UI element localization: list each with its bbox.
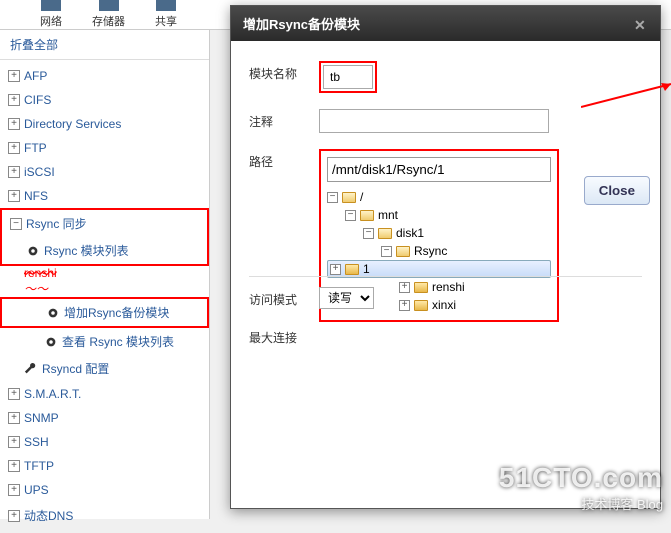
expand-icon[interactable]: +	[8, 142, 20, 154]
expand-icon[interactable]: +	[8, 510, 20, 522]
tree-view-rsync-list[interactable]: 查看 Rsync 模块列表	[0, 328, 209, 355]
folder-icon	[342, 192, 356, 203]
collapse-icon[interactable]: −	[381, 246, 392, 257]
tree-iscsi[interactable]: +iSCSI	[0, 160, 209, 184]
folder-icon	[360, 210, 374, 221]
toolbar-network[interactable]: 网络	[40, 0, 62, 29]
tree-cifs[interactable]: +CIFS	[0, 88, 209, 112]
expand-icon[interactable]: +	[8, 190, 20, 202]
toolbar-storage[interactable]: 存储器	[92, 0, 125, 29]
tree-directory-services[interactable]: +Directory Services	[0, 112, 209, 136]
tree-smart[interactable]: +S.M.A.R.T.	[0, 382, 209, 406]
comment-input[interactable]	[319, 109, 549, 133]
gear-plus-icon	[46, 306, 60, 320]
expand-icon[interactable]: +	[8, 388, 20, 400]
collapse-icon[interactable]: −	[363, 228, 374, 239]
services-panel: 折叠全部 +AFP +CIFS +Directory Services +FTP…	[0, 30, 210, 519]
gear-icon	[44, 335, 58, 349]
tree-nfs[interactable]: +NFS	[0, 184, 209, 208]
collapse-icon[interactable]: −	[10, 218, 22, 230]
close-icon[interactable]: ✕	[634, 17, 648, 31]
expand-icon[interactable]: +	[330, 264, 341, 275]
label-path: 路径	[249, 149, 319, 170]
label-module-name: 模块名称	[249, 61, 319, 82]
tree-rsync-module-list[interactable]: Rsync 模块列表	[2, 237, 207, 264]
expand-icon[interactable]: +	[8, 70, 20, 82]
folder-root[interactable]: −/	[327, 188, 551, 206]
folder-icon	[396, 246, 410, 257]
tree-afp[interactable]: +AFP	[0, 64, 209, 88]
folder-rsync[interactable]: −Rsync	[327, 242, 551, 260]
tree-ups[interactable]: +UPS	[0, 478, 209, 502]
expand-icon[interactable]: +	[8, 460, 20, 472]
module-name-input[interactable]	[323, 65, 373, 89]
tree-rsyncd-config[interactable]: Rsyncd 配置	[0, 355, 209, 382]
tree-tftp[interactable]: +TFTP	[0, 454, 209, 478]
tree-ftp[interactable]: +FTP	[0, 136, 209, 160]
services-tree: +AFP +CIFS +Directory Services +FTP +iSC…	[0, 60, 209, 533]
label-max-conn: 最大连接	[249, 325, 319, 346]
tree-add-rsync-module[interactable]: 增加Rsync备份模块	[0, 297, 209, 328]
expand-icon[interactable]: +	[8, 166, 20, 178]
close-button[interactable]: Close	[584, 176, 650, 205]
collapse-icon[interactable]: −	[345, 210, 356, 221]
annotation-arrow	[581, 79, 671, 109]
path-input[interactable]	[327, 157, 551, 182]
collapse-icon[interactable]: −	[327, 192, 338, 203]
dialog-title-text: 增加Rsync备份模块	[243, 14, 360, 33]
expand-icon[interactable]: +	[8, 94, 20, 106]
tree-ssh[interactable]: +SSH	[0, 430, 209, 454]
expand-icon[interactable]: +	[8, 436, 20, 448]
dialog-titlebar[interactable]: 增加Rsync备份模块 ✕	[231, 6, 660, 41]
folder-icon	[345, 264, 359, 275]
tree-ddns[interactable]: +动态DNS	[0, 502, 209, 529]
expand-icon[interactable]: +	[8, 412, 20, 424]
collapse-all-link[interactable]: 折叠全部	[0, 30, 209, 60]
access-mode-select[interactable]: 读写	[319, 287, 374, 309]
folder-mnt[interactable]: −mnt	[327, 206, 551, 224]
expand-icon[interactable]: +	[8, 484, 20, 496]
label-access-mode: 访问模式	[249, 287, 319, 308]
gear-icon	[26, 244, 40, 258]
tree-rsync[interactable]: −Rsync 同步	[2, 210, 207, 237]
folder-icon	[378, 228, 392, 239]
tree-snmp[interactable]: +SNMP	[0, 406, 209, 430]
expand-icon[interactable]: +	[8, 118, 20, 130]
wrench-icon	[24, 362, 38, 376]
label-comment: 注释	[249, 109, 319, 130]
annotation-scribble: ～～	[0, 280, 209, 297]
annotation-strike: renshi	[0, 266, 209, 280]
add-rsync-module-dialog: 增加Rsync备份模块 ✕ 模块名称 注释 路径 −/ −mnt −disk1	[230, 5, 661, 509]
annotation-redbox: −Rsync 同步 Rsync 模块列表	[0, 208, 209, 266]
toolbar-share[interactable]: 共享	[155, 0, 177, 29]
annotation-redbox	[319, 61, 377, 93]
folder-disk1[interactable]: −disk1	[327, 224, 551, 242]
